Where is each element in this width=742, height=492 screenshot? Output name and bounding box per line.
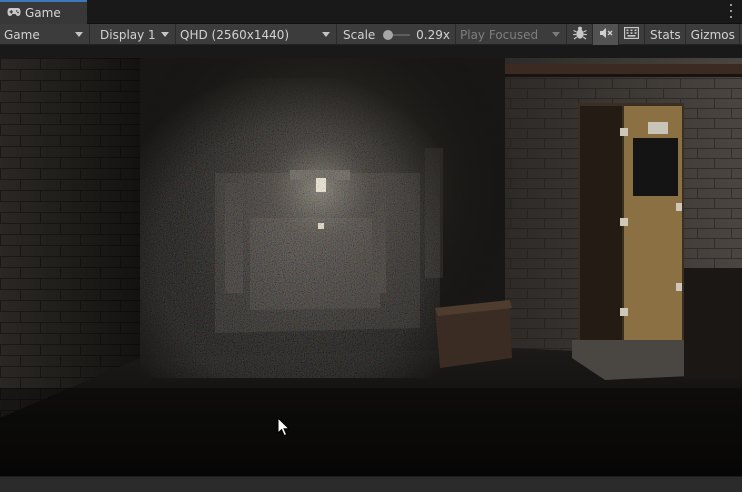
- gamepad-icon: [7, 6, 21, 20]
- scale-value: 0.29x: [416, 27, 450, 42]
- display-value: Display 1: [100, 27, 156, 42]
- chevron-down-icon: [552, 32, 560, 37]
- game-view[interactable]: [0, 58, 742, 476]
- keyboard-grid-icon: [624, 27, 640, 42]
- gizmos-button[interactable]: Gizmos: [686, 24, 740, 45]
- mouse-cursor-icon: [277, 417, 291, 437]
- scale-control: Scale 0.29x: [337, 24, 456, 45]
- play-mode-dropdown[interactable]: Play Focused: [456, 24, 567, 45]
- resolution-value: QHD (2560x1440): [180, 27, 290, 42]
- toolbar-gap: [0, 45, 742, 58]
- shortcuts-button[interactable]: [619, 24, 645, 45]
- game-view-toolbar: Game Display 1 QHD (2560x1440) Scale 0.2…: [0, 24, 742, 45]
- stats-button[interactable]: Stats: [645, 24, 686, 45]
- scale-slider[interactable]: [383, 29, 411, 40]
- tab-strip: Game: [0, 0, 742, 24]
- chevron-down-icon: [161, 32, 169, 37]
- mute-audio-button[interactable]: [593, 24, 619, 45]
- bug-icon: [572, 26, 588, 43]
- game-render: [0, 58, 742, 476]
- play-mode-value: Play Focused: [460, 27, 539, 42]
- stats-label: Stats: [650, 27, 681, 42]
- resolution-dropdown[interactable]: QHD (2560x1440): [176, 24, 337, 45]
- status-strip: [0, 476, 742, 492]
- gizmos-label: Gizmos: [690, 27, 735, 42]
- more-options-icon[interactable]: [728, 4, 734, 18]
- tab-label: Game: [25, 6, 61, 20]
- bug-button[interactable]: [567, 24, 593, 45]
- display-dropdown[interactable]: Display 1: [90, 24, 176, 45]
- view-mode-dropdown[interactable]: Game: [0, 24, 90, 45]
- view-mode-value: Game: [4, 27, 40, 42]
- mute-audio-icon: [599, 27, 613, 42]
- chevron-down-icon: [322, 32, 330, 37]
- scale-label: Scale: [343, 27, 376, 42]
- tab-game[interactable]: Game: [0, 0, 87, 24]
- slider-knob[interactable]: [383, 29, 394, 40]
- chevron-down-icon: [75, 32, 83, 37]
